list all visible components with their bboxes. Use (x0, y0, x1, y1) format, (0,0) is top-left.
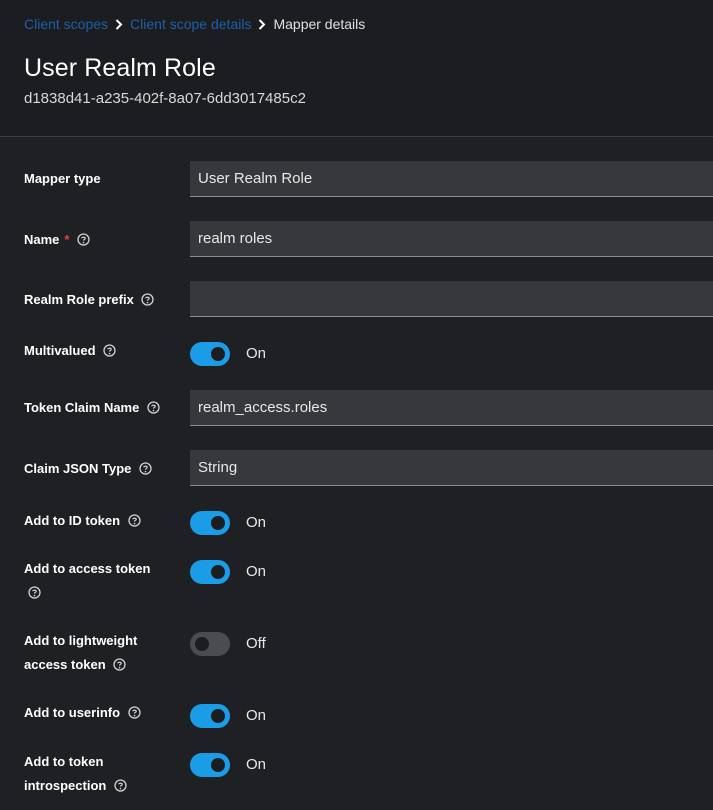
toggle-knob (211, 516, 225, 530)
mapper-type-label: Mapper type (24, 171, 101, 186)
add-to-token-introspection-label: Add to token introspection (24, 750, 174, 798)
token-claim-name-value: realm_access.roles (198, 399, 328, 416)
toggle-track (190, 560, 230, 584)
multivalued-toggle[interactable] (190, 342, 230, 366)
help-icon[interactable] (128, 511, 141, 527)
toggle-knob (211, 758, 225, 772)
add-to-userinfo-label: Add to userinfo (24, 701, 174, 725)
add-to-lightweight-access-token-toggle[interactable] (190, 632, 230, 656)
help-icon[interactable] (139, 459, 152, 475)
mapper-type-field: User Realm Role (190, 161, 713, 197)
multivalued-label: Multivalued (24, 339, 174, 363)
add-to-token-introspection-toggle[interactable] (190, 753, 230, 777)
help-icon[interactable] (113, 655, 126, 671)
chevron-right-icon (108, 18, 130, 30)
claim-json-type-select[interactable]: String (190, 450, 713, 486)
help-icon[interactable] (147, 398, 160, 414)
help-icon[interactable] (114, 776, 127, 792)
add-to-id-token-toggle[interactable] (190, 511, 230, 535)
add-to-userinfo-toggle[interactable] (190, 704, 230, 728)
toggle-knob (211, 709, 225, 723)
add-to-id-token-label: Add to ID token (24, 509, 174, 533)
help-icon[interactable] (28, 583, 41, 599)
token-claim-name-input[interactable]: realm_access.roles (190, 390, 713, 426)
toggle-knob (211, 565, 225, 579)
add-to-token-introspection-state: On (246, 756, 267, 773)
help-icon[interactable] (141, 290, 155, 306)
mapper-type-value: User Realm Role (198, 170, 313, 187)
toggle-track (190, 753, 230, 777)
add-to-lightweight-access-token-label: Add to lightweight access token (24, 633, 138, 672)
breadcrumb: Client scopes Client scope details Mappe… (24, 15, 365, 33)
help-icon[interactable] (128, 703, 141, 719)
multivalued-state: On (246, 345, 267, 362)
toggle-track (190, 342, 230, 366)
help-icon[interactable] (103, 341, 116, 357)
add-to-access-token-toggle[interactable] (190, 560, 230, 584)
toggle-track (190, 511, 230, 535)
add-to-access-token-label: Add to access token (24, 557, 174, 605)
add-to-id-token-state: On (246, 514, 267, 531)
toggle-knob (211, 347, 225, 361)
add-to-access-token-state: On (246, 563, 267, 580)
claim-json-type-value: String (198, 459, 238, 476)
required-indicator: * (64, 232, 70, 247)
mapper-id: d1838d41-a235-402f-8a07-6dd3017485c2 (24, 90, 306, 107)
chevron-right-icon (251, 18, 273, 30)
token-claim-name-label: Token Claim Name (24, 396, 174, 420)
breadcrumb-mapper-details: Mapper details (273, 16, 366, 32)
toggle-track (190, 632, 230, 656)
toggle-knob (195, 637, 209, 651)
realm-role-prefix-input[interactable] (190, 281, 713, 317)
help-icon[interactable] (77, 230, 90, 246)
toggle-track (190, 704, 230, 728)
claim-json-type-label: Claim JSON Type (24, 457, 174, 481)
add-to-lightweight-access-token-state: Off (246, 635, 266, 652)
realm-role-prefix-label: Realm Role prefix (24, 288, 174, 312)
name-label: Name * (24, 228, 174, 252)
name-input[interactable]: realm roles (190, 221, 713, 257)
page-header: Client scopes Client scope details Mappe… (0, 0, 713, 137)
add-to-userinfo-state: On (246, 707, 267, 724)
mapper-form: Mapper type User Realm Role Name * realm … (0, 137, 713, 810)
page-title: User Realm Role (24, 54, 216, 82)
name-value: realm roles (198, 230, 273, 247)
breadcrumb-client-scopes[interactable]: Client scopes (24, 16, 108, 32)
breadcrumb-client-scope-details[interactable]: Client scope details (130, 16, 251, 32)
